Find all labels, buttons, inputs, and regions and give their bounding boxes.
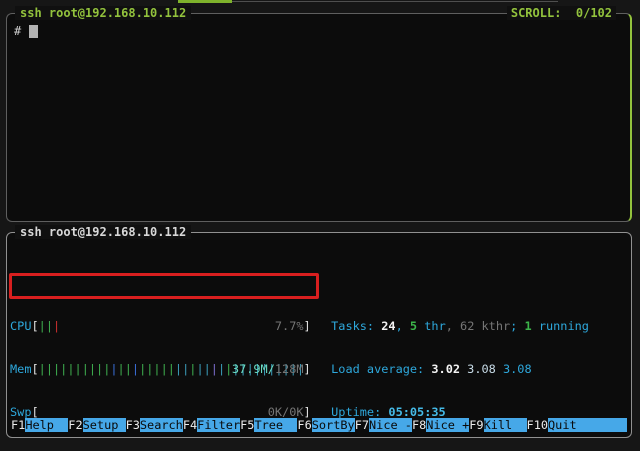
fkey-F1-label[interactable]: Help: [25, 418, 68, 432]
cpu-meter-value: 7.7%: [275, 319, 304, 333]
meter-close-bracket: ]: [304, 362, 311, 376]
htop-screen: CPU[|||7.7%]Tasks: 24, 5 thr, 62 kthr; 1…: [9, 247, 629, 435]
meter-bar: |: [196, 362, 203, 376]
meter-bar: |: [46, 362, 53, 376]
fkey-F4-label[interactable]: Filter: [197, 418, 240, 432]
meter-bar: |: [118, 362, 125, 376]
meter-bar: |: [67, 362, 74, 376]
function-key-bar: F1Help F2Setup F3SearchF4FilterF5Tree F6…: [11, 418, 627, 432]
fkey-F10-key[interactable]: F10: [527, 418, 548, 432]
load-average-text: 3.08: [503, 362, 532, 376]
meter-bar: |: [39, 362, 46, 376]
meter-bar: |: [153, 362, 160, 376]
tasks-summary-text: 1: [525, 319, 532, 333]
top-edge-gray-artifact: [232, 1, 558, 2]
mem-meter-label: Mem: [10, 362, 31, 376]
meter-bar: |: [39, 319, 46, 333]
meter-bar: |: [110, 362, 117, 376]
cpu-meter-line: CPU[|||7.7%]Tasks: 24, 5 thr, 62 kthr; 1…: [9, 319, 629, 333]
fkey-F7-label[interactable]: Nice -: [369, 418, 412, 432]
tasks-summary-text: ,: [396, 319, 410, 333]
meter-close-bracket: ]: [304, 319, 311, 333]
meter-bar: |: [204, 362, 211, 376]
meter-bar: |: [53, 319, 60, 333]
bottom-pane-title: ssh root@192.168.10.112: [15, 225, 191, 239]
meter-bar: |: [82, 362, 89, 376]
load-average: Load average: 3.02 3.08 3.08: [331, 362, 531, 376]
top-pane-title: ssh root@192.168.10.112: [15, 6, 191, 20]
tasks-summary-text: thr: [417, 319, 446, 333]
fkey-F8-label[interactable]: Nice +: [426, 418, 469, 432]
top-edge-green-artifact: [178, 0, 232, 3]
mem-meter: |||||||||||||||||||||||||||||||||||||37.…: [39, 362, 304, 376]
fkey-F10-label[interactable]: Quit: [548, 418, 627, 432]
tasks-summary-text: Tasks:: [331, 319, 381, 333]
blank-line: [9, 276, 629, 290]
fkey-F4-key[interactable]: F4: [183, 418, 197, 432]
tasks-summary-text: , 62 kthr: [446, 319, 510, 333]
cpu-meter: |||7.7%: [39, 319, 304, 333]
load-average-text: Load average:: [331, 362, 431, 376]
fkey-F6-label[interactable]: SortBy: [312, 418, 355, 432]
tasks-summary-text: 24: [381, 319, 395, 333]
fkey-F2-key[interactable]: F2: [68, 418, 82, 432]
meter-open-bracket: [: [31, 362, 38, 376]
meter-open-bracket: [: [31, 319, 38, 333]
htop-terminal-pane[interactable]: ssh root@192.168.10.112 CPU[|||7.7%]Task…: [6, 232, 632, 438]
meter-bar: |: [125, 362, 132, 376]
mem-meter-value: 37.9M/128M: [232, 362, 304, 376]
tasks-summary-text: ;: [510, 319, 524, 333]
tasks-summary: Tasks: 24, 5 thr, 62 kthr; 1 running: [331, 319, 589, 333]
fkey-F2-label[interactable]: Setup: [83, 418, 126, 432]
cpu-meter-label: CPU: [10, 319, 31, 333]
meter-bar: |: [161, 362, 168, 376]
top-terminal-pane[interactable]: ssh root@192.168.10.112 SCROLL: 0/102 #: [6, 13, 632, 222]
shell-prompt: #: [14, 24, 21, 38]
fkey-F1-key[interactable]: F1: [11, 418, 25, 432]
meter-bar: |: [75, 362, 82, 376]
cursor-block: [29, 25, 38, 38]
meter-bar: |: [211, 362, 218, 376]
load-average-text: 3.08: [467, 362, 503, 376]
load-average-text: 3.02: [431, 362, 467, 376]
fkey-F7-key[interactable]: F7: [355, 418, 369, 432]
fkey-F3-key[interactable]: F3: [126, 418, 140, 432]
mem-used-text: 37.9M/: [232, 362, 275, 376]
mem-total-text: 128M: [275, 362, 304, 376]
fkey-F6-key[interactable]: F6: [297, 418, 311, 432]
fkey-F8-key[interactable]: F8: [412, 418, 426, 432]
fkey-F5-label[interactable]: Tree: [254, 418, 297, 432]
fkey-F5-key[interactable]: F5: [240, 418, 254, 432]
scroll-indicator: SCROLL: 0/102: [507, 6, 616, 20]
fkey-F9-key[interactable]: F9: [469, 418, 483, 432]
meter-bar: |: [46, 319, 53, 333]
meter-bar: |: [132, 362, 139, 376]
tasks-summary-text: running: [532, 319, 589, 333]
meter-bar: |: [168, 362, 175, 376]
mem-meter-line: Mem[||||||||||||||||||||||||||||||||||||…: [9, 362, 629, 376]
fkey-F3-label[interactable]: Search: [140, 418, 183, 432]
fkey-F9-label[interactable]: Kill: [484, 418, 527, 432]
meter-bar: |: [89, 362, 96, 376]
